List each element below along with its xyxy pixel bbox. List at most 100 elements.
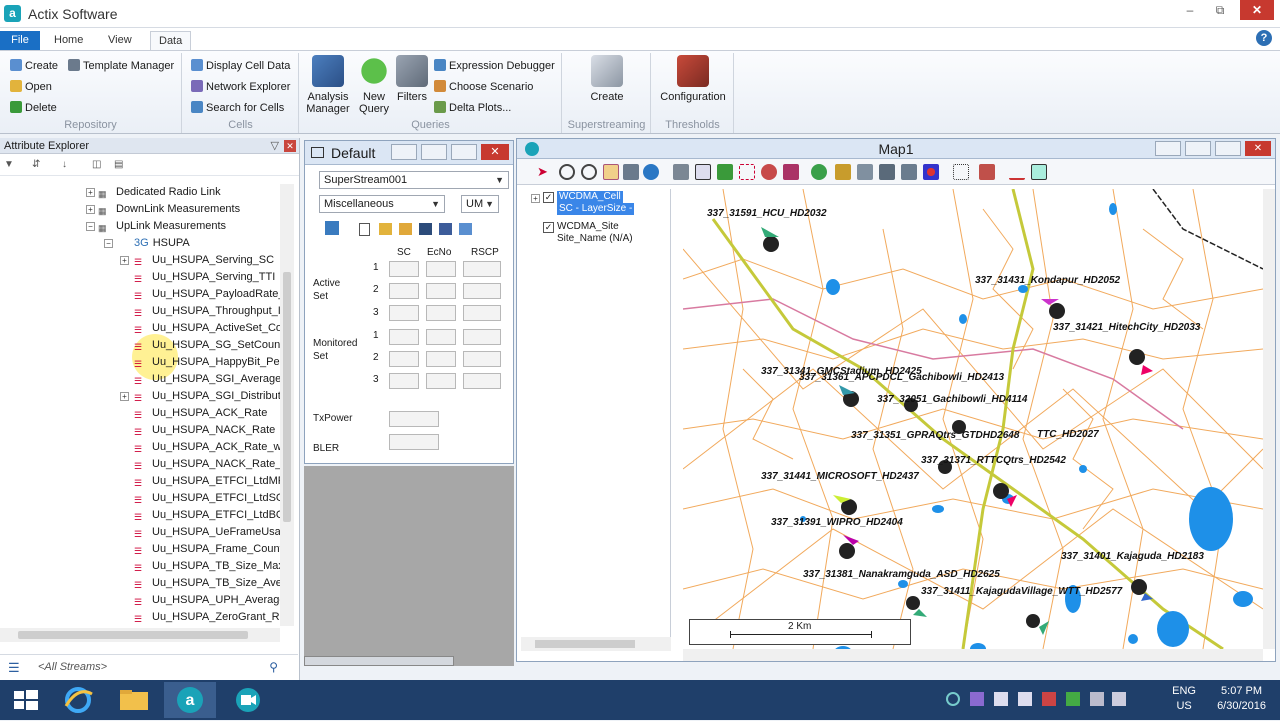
site-label[interactable]: 337_31431_Kondapur_HD2052: [975, 275, 1120, 286]
tab-view[interactable]: View: [100, 31, 140, 50]
info-icon[interactable]: [811, 164, 827, 180]
search-for-cells-button[interactable]: Search for Cells: [191, 99, 284, 117]
tree-item[interactable]: ☰ Uu_HSUPA_TB_Size_Max: [134, 558, 280, 575]
tray-icon[interactable]: [1018, 692, 1032, 706]
filter-icon[interactable]: ▼: [4, 159, 18, 171]
streams-bar[interactable]: ☰ <All Streams> ⚲: [0, 654, 298, 678]
tree-item[interactable]: ☰ Uu_HSUPA_Frame_Count: [134, 541, 280, 558]
file-explorer-button[interactable]: [108, 682, 160, 718]
new-icon[interactable]: [359, 223, 370, 236]
collapse-icon[interactable]: −: [104, 239, 113, 248]
window-tabstrip[interactable]: [304, 656, 454, 666]
sort-icon[interactable]: ⇵: [32, 159, 46, 171]
filters-button[interactable]: Filters: [394, 55, 430, 103]
tree-item[interactable]: ☰ Uu_HSUPA_Throughput_I: [134, 303, 280, 320]
tree-item[interactable]: ☰ Uu_HSUPA_SG_SetCount: [134, 337, 280, 354]
save-all-icon[interactable]: [439, 223, 452, 235]
zoom-in-icon[interactable]: [559, 164, 575, 180]
tab-home[interactable]: Home: [46, 31, 91, 50]
tree-item[interactable]: ☰ Uu_HSUPA_SGI_Distributi: [134, 388, 280, 405]
site-label[interactable]: 337_31351_GPRAQtrs_GTDHD2648: [851, 430, 1019, 441]
volume-icon[interactable]: [1112, 692, 1126, 706]
horizontal-scrollbar[interactable]: [0, 628, 280, 642]
configuration-button[interactable]: Configuration: [658, 55, 728, 103]
tree-folder[interactable]: ▦ Dedicated Radio Link: [98, 184, 221, 201]
minimize-button[interactable]: –: [1176, 0, 1204, 20]
category-select[interactable]: Miscellaneous ▼: [319, 195, 445, 213]
site-label[interactable]: TTC_HD2027: [1037, 429, 1099, 440]
tree-item[interactable]: ☰ Uu_HSUPA_ETFCI_LtdSG_: [134, 490, 280, 507]
tree-item[interactable]: ☰ Uu_HSUPA_Serving_SC: [134, 252, 274, 269]
stream-select[interactable]: SuperStream001 ▼: [319, 171, 509, 189]
start-button[interactable]: [0, 682, 52, 718]
restore-icon[interactable]: [1155, 141, 1181, 156]
close-panel-icon[interactable]: ✕: [284, 140, 296, 152]
maximize-icon[interactable]: [451, 144, 477, 160]
expand-icon[interactable]: +: [86, 205, 95, 214]
delete-button[interactable]: Delete: [10, 99, 57, 117]
network-explorer-button[interactable]: Network Explorer: [191, 78, 290, 96]
tray-icon[interactable]: [970, 692, 984, 706]
site-label[interactable]: 337_31361_APCPDCL_Gachibowli_HD2413: [799, 372, 1004, 383]
properties-icon[interactable]: [459, 223, 472, 235]
template-manager-button[interactable]: Template Manager: [68, 57, 174, 75]
tab-data[interactable]: Data: [150, 31, 192, 50]
site-label[interactable]: 337_31591_HCU_HD2032: [707, 208, 827, 219]
internet-explorer-button[interactable]: [52, 682, 104, 718]
window-tile-icon[interactable]: [901, 164, 917, 180]
pointer-icon[interactable]: ➤: [537, 164, 553, 180]
tree-item[interactable]: ☰ Uu_HSUPA_ACK_Rate_wit: [134, 439, 280, 456]
tree-folder[interactable]: ▦ DownLink Measurements: [98, 201, 240, 218]
tree-folder[interactable]: ▦ UpLink Measurements: [98, 218, 226, 235]
tree-item[interactable]: ☰ Uu_HSUPA_SGI_Average: [134, 371, 280, 388]
tree-item[interactable]: ☰ Uu_HSUPA_ETFCI_LtdMP: [134, 473, 280, 490]
tree-item[interactable]: ☰ Uu_HSUPA_ACK_Rate: [134, 405, 267, 422]
layer-wcdma-cell[interactable]: + ✓ WCDMA_Cell SC - LayerSize -: [531, 191, 663, 221]
folder-icon[interactable]: [399, 223, 412, 235]
layers-icon[interactable]: [623, 164, 639, 180]
scatter-icon[interactable]: [953, 164, 969, 180]
help-icon[interactable]: ?: [1256, 30, 1272, 46]
tree-item[interactable]: ☰ Uu_HSUPA_HappyBit_Per: [134, 354, 280, 371]
expand-icon[interactable]: +: [531, 194, 540, 203]
line-chart-icon[interactable]: [1009, 164, 1025, 180]
delta-plots-button[interactable]: Delta Plots...: [434, 99, 511, 117]
copy-icon[interactable]: [879, 164, 895, 180]
clock[interactable]: 5:07 PM 6/30/2016: [1217, 684, 1266, 714]
select-region-icon[interactable]: [739, 164, 755, 180]
collapse-icon[interactable]: −: [86, 222, 95, 231]
search-icon[interactable]: ⚲: [269, 660, 278, 674]
document-icon[interactable]: ▤: [114, 159, 128, 171]
tray-icon[interactable]: [994, 692, 1008, 706]
tree-folder[interactable]: 3G HSUPA: [116, 235, 190, 252]
target-icon[interactable]: [761, 164, 777, 180]
minimize-icon[interactable]: [1185, 141, 1211, 156]
tree-item[interactable]: ☰ Uu_HSUPA_UeFrameUsag: [134, 524, 280, 541]
export-icon[interactable]: [857, 164, 873, 180]
minimize-icon[interactable]: [421, 144, 447, 160]
expand-icon[interactable]: +: [120, 256, 129, 265]
analysis-manager-button[interactable]: Analysis Manager: [304, 55, 352, 115]
route-icon[interactable]: [979, 164, 995, 180]
site-label[interactable]: 337_31401_Kajaguda_HD2183: [1061, 551, 1204, 562]
site-label[interactable]: 337_31371_RTTCQtrs_HD2542: [921, 455, 1066, 466]
list-icon[interactable]: [695, 164, 711, 180]
save-icon[interactable]: [419, 223, 432, 235]
tray-icon[interactable]: [1066, 692, 1080, 706]
tray-icon[interactable]: [946, 692, 960, 706]
site-label[interactable]: 337_31421_HitechCity_HD2033: [1053, 322, 1200, 333]
expand-icon[interactable]: +: [120, 392, 129, 401]
stack-icon[interactable]: [673, 164, 689, 180]
display-cell-data-button[interactable]: Display Cell Data: [191, 57, 290, 75]
down-arrow-icon[interactable]: ↓: [62, 159, 76, 171]
print-icon[interactable]: [835, 164, 851, 180]
streams-filter[interactable]: <All Streams>: [38, 661, 107, 673]
restore-icon[interactable]: [391, 144, 417, 160]
open-button[interactable]: Open: [10, 78, 52, 96]
vertical-scrollbar[interactable]: [280, 184, 294, 626]
superstream-create-button[interactable]: Create: [583, 55, 631, 103]
new-query-button[interactable]: New Query: [354, 55, 394, 115]
maximize-icon[interactable]: [1215, 141, 1241, 156]
tree-item[interactable]: ☰ Uu_HSUPA_TB_Size_Avera: [134, 575, 280, 592]
map-canvas[interactable]: 337_31591_HCU_HD2032 337_31431_Kondapur_…: [683, 189, 1263, 649]
